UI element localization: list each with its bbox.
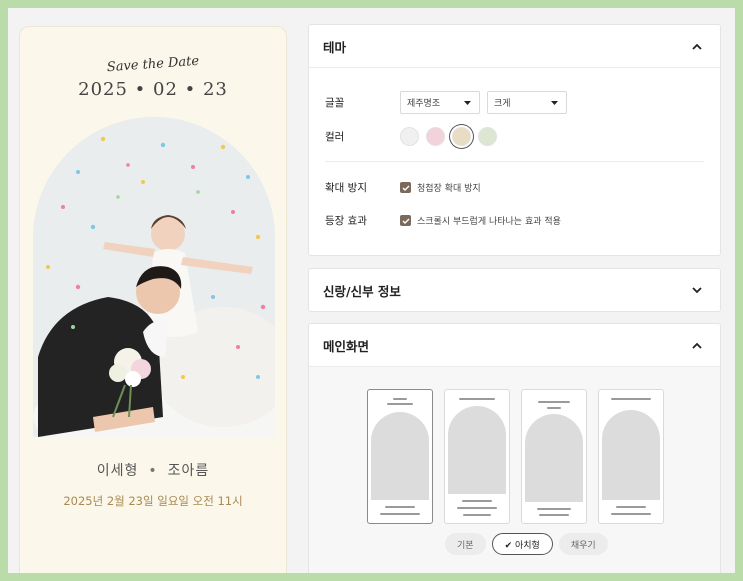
layout-line (462, 500, 492, 502)
zoom-label: 확대 방지 (325, 182, 367, 194)
layout-line (463, 514, 491, 516)
layout-line (616, 506, 646, 508)
layout-line (537, 508, 571, 510)
layout-style-options: 기본 ✔ 아치형 채우기 (445, 533, 614, 555)
font-label: 글꼴 (325, 97, 345, 109)
caret-down-icon (551, 98, 558, 108)
app-frame: Save the Date 2025 • 02 • 23 이세형 • 조아름 2… (8, 8, 735, 573)
couple-photo (33, 117, 275, 437)
effect-row: 등장 효과 스크롤시 부드럽게 나타나는 효과 적용 (325, 213, 561, 228)
layout-line (457, 507, 497, 509)
zoom-checkbox[interactable] (400, 182, 411, 193)
chevron-down-icon[interactable] (690, 283, 704, 297)
effect-checkbox[interactable] (400, 215, 411, 226)
caret-down-icon (464, 98, 471, 108)
layout-options (367, 389, 675, 524)
theme-panel-title: 테마 (323, 39, 347, 55)
color-swatch-1[interactable] (400, 127, 419, 146)
main-screen-panel-title: 메인화면 (323, 338, 370, 354)
chevron-up-icon[interactable] (690, 338, 704, 352)
layout-line (611, 513, 651, 515)
layout-photo-placeholder (371, 412, 429, 500)
size-select-value: 크게 (494, 99, 511, 109)
color-label: 컬러 (325, 131, 345, 143)
layout-card-4[interactable] (598, 389, 664, 524)
wedding-datetime: 2025년 2월 23일 일요일 오전 11시 (63, 494, 243, 508)
font-select-value: 제주명조 (407, 99, 441, 109)
groom-bride-panel-header[interactable]: 신랑/신부 정보 (309, 269, 720, 311)
layout-line (387, 403, 413, 405)
groom-name: 이세형 (96, 463, 139, 479)
layout-line (385, 506, 415, 508)
name-separator: • (148, 463, 158, 479)
font-select[interactable]: 제주명조 (400, 91, 480, 114)
layout-line (547, 407, 561, 409)
theme-inner-divider (325, 161, 704, 162)
layout-photo-placeholder (602, 410, 660, 500)
groom-bride-panel-title: 신랑/신부 정보 (323, 283, 401, 299)
effect-label: 등장 효과 (325, 215, 367, 227)
theme-divider (309, 67, 720, 68)
layout-card-1[interactable] (367, 389, 433, 524)
zoom-row: 확대 방지 청첩장 확대 방지 (325, 180, 481, 195)
invitation-preview: Save the Date 2025 • 02 • 23 이세형 • 조아름 2… (19, 26, 287, 573)
preview-date: 2025 • 02 • 23 (78, 79, 228, 100)
color-swatch-2[interactable] (426, 127, 445, 146)
theme-panel-header[interactable]: 테마 (309, 25, 720, 67)
color-row: 컬러 (325, 127, 504, 146)
couple-names: 이세형 • 조아름 (20, 460, 286, 480)
color-swatch-4[interactable] (478, 127, 497, 146)
layout-card-3[interactable] (521, 389, 587, 524)
save-the-date-text: Save the Date (106, 53, 200, 76)
groom-bride-panel: 신랑/신부 정보 (308, 268, 721, 312)
layout-line (539, 514, 569, 516)
main-screen-panel-header[interactable]: 메인화면 (309, 324, 720, 366)
effect-check-text: 스크롤시 부드럽게 나타나는 효과 적용 (417, 217, 561, 227)
layout-photo-placeholder (525, 414, 583, 502)
main-screen-panel: 메인화면 기본 ✔ 아치형 채우기 (308, 323, 721, 573)
style-basic-button[interactable]: 기본 (445, 533, 486, 555)
layout-line (380, 513, 420, 515)
layout-line (393, 398, 407, 400)
layout-line (459, 398, 495, 400)
font-row: 글꼴 제주명조 크게 (325, 91, 574, 114)
layout-photo-placeholder (448, 406, 506, 494)
bride-name: 조아름 (167, 463, 210, 479)
layout-line (538, 401, 570, 403)
style-arch-button[interactable]: ✔ 아치형 (491, 533, 553, 555)
size-select[interactable]: 크게 (487, 91, 567, 114)
color-swatch-3[interactable] (452, 127, 471, 146)
style-fill-button[interactable]: 채우기 (558, 533, 608, 555)
zoom-check-text: 청첩장 확대 방지 (417, 184, 481, 194)
chevron-up-icon[interactable] (690, 39, 704, 53)
layout-card-2[interactable] (444, 389, 510, 524)
layout-line (611, 398, 651, 400)
theme-panel: 테마 글꼴 제주명조 크게 컬러 확대 방지 청첩장 확대 방지 등장 효과 스… (308, 24, 721, 256)
